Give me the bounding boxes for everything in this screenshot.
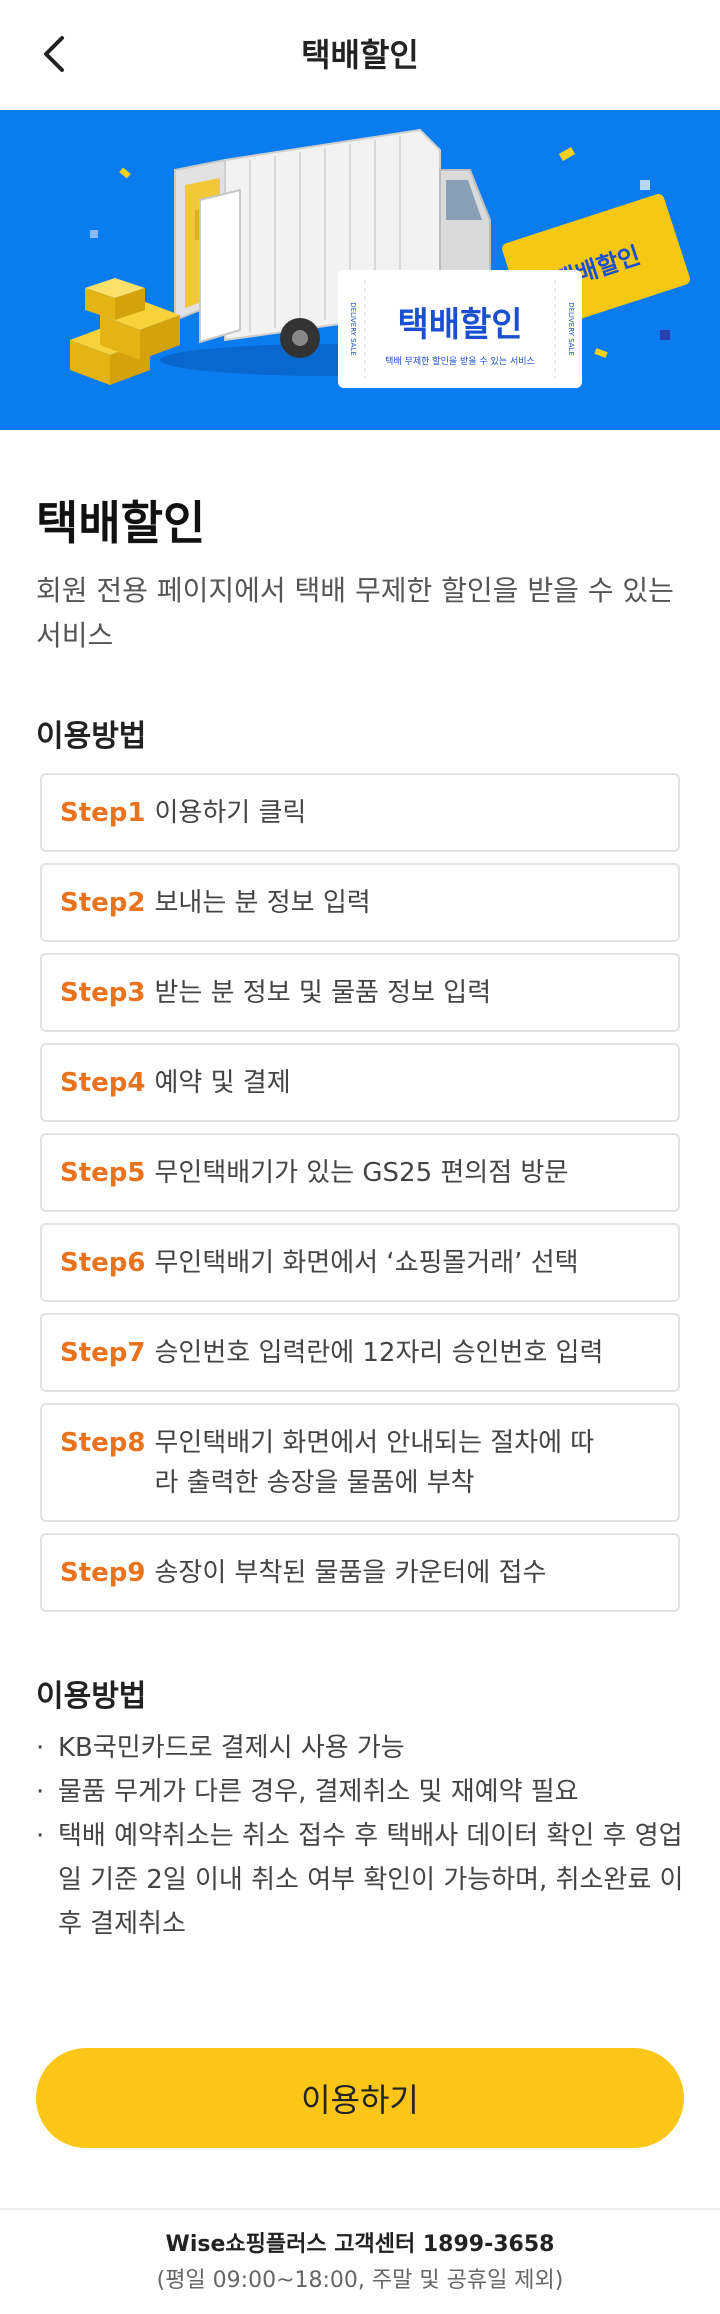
step-text: 보내는 분 정보 입력 bbox=[154, 888, 371, 918]
step-label: Step9 bbox=[60, 1558, 146, 1588]
step-5: Step5 무인택배기가 있는 GS25 편의점 방문 bbox=[40, 1133, 680, 1212]
ticket-side-right: DELIVERY SALE bbox=[567, 302, 575, 356]
step-label: Step6 bbox=[60, 1248, 146, 1278]
step-text: 이용하기 클릭 bbox=[154, 798, 307, 828]
step-label: Step1 bbox=[60, 798, 146, 828]
use-service-button[interactable]: 이용하기 bbox=[36, 2048, 684, 2148]
customer-center-info: Wise쇼핑플러스 고객센터 1899-3658 bbox=[165, 2232, 555, 2257]
ticket-main-title: 택배할인 bbox=[397, 305, 522, 345]
list-item: · 택배 예약취소는 취소 접수 후 택배사 데이터 확인 후 영업일 기준 2… bbox=[36, 1814, 686, 1946]
top-app-bar: 택배할인 bbox=[0, 0, 720, 110]
footer-divider bbox=[0, 2208, 720, 2210]
ticket-main-subtitle: 택배 무제한 할인을 받을 수 있는 서비스 bbox=[385, 355, 535, 367]
step-3: Step3 받는 분 정보 및 물품 정보 입력 bbox=[40, 953, 680, 1032]
step-7: Step7 승인번호 입력란에 12자리 승인번호 입력 bbox=[40, 1313, 680, 1392]
note-text: 물품 무게가 다른 경우, 결제취소 및 재예약 필요 bbox=[58, 1777, 579, 1807]
step-label: Step2 bbox=[60, 888, 146, 918]
note-text: KB국민카드로 결제시 사용 가능 bbox=[58, 1733, 405, 1763]
step-1: Step1 이용하기 클릭 bbox=[40, 773, 680, 852]
step-label: Step4 bbox=[60, 1068, 146, 1098]
usage-section-title: 이용방법 bbox=[36, 719, 147, 754]
notes-section-title: 이용방법 bbox=[36, 1679, 147, 1714]
step-label: Step7 bbox=[60, 1338, 146, 1368]
step-label: Step5 bbox=[60, 1158, 146, 1188]
delivery-truck-illustration: 택배할인 DELIVERY SALE DELIVERY SALE 택배할인 택배… bbox=[70, 128, 690, 388]
hero-banner: 택배할인 DELIVERY SALE DELIVERY SALE 택배할인 택배… bbox=[0, 110, 720, 430]
bullet: · bbox=[36, 1777, 45, 1807]
bullet: · bbox=[36, 1733, 45, 1763]
step-label: Step8 bbox=[60, 1428, 146, 1458]
note-text: 택배 예약취소는 취소 접수 후 택배사 데이터 확인 후 영업일 기준 2일 … bbox=[58, 1821, 684, 1939]
step-4: Step4 예약 및 결제 bbox=[40, 1043, 680, 1122]
step-2: Step2 보내는 분 정보 입력 bbox=[40, 863, 680, 942]
step-text: 예약 및 결제 bbox=[154, 1068, 291, 1098]
bullet: · bbox=[36, 1821, 45, 1851]
list-item: · KB국민카드로 결제시 사용 가능 bbox=[36, 1726, 686, 1770]
step-text: 송장이 부착된 물품을 카운터에 접수 bbox=[154, 1558, 547, 1588]
step-text: 무인택배기 화면에서 안내되는 절차에 따라 출력한 송장을 물품에 부착 bbox=[154, 1428, 595, 1498]
notes-list: · KB국민카드로 결제시 사용 가능 · 물품 무게가 다른 경우, 결제취소… bbox=[36, 1726, 686, 1946]
step-8: Step8 무인택배기 화면에서 안내되는 절차에 따라 출력한 송장을 물품에… bbox=[40, 1403, 680, 1522]
step-text: 승인번호 입력란에 12자리 승인번호 입력 bbox=[154, 1338, 604, 1368]
customer-center-hours: (평일 09:00~18:00, 주말 및 공휴일 제외) bbox=[156, 2268, 564, 2293]
ticket-side-left: DELIVERY SALE bbox=[349, 302, 357, 356]
service-description: 회원 전용 페이지에서 택배 무제한 할인을 받을 수 있는 서비스 bbox=[36, 574, 674, 652]
step-text: 무인택배기 화면에서 ‘쇼핑몰거래’ 선택 bbox=[154, 1248, 579, 1278]
step-6: Step6 무인택배기 화면에서 ‘쇼핑몰거래’ 선택 bbox=[40, 1223, 680, 1302]
service-title: 택배할인 bbox=[36, 496, 206, 550]
list-item: · 물품 무게가 다른 경우, 결제취소 및 재예약 필요 bbox=[36, 1770, 686, 1814]
step-text: 받는 분 정보 및 물품 정보 입력 bbox=[154, 978, 492, 1008]
step-9: Step9 송장이 부착된 물품을 카운터에 접수 bbox=[40, 1533, 680, 1612]
step-label: Step3 bbox=[60, 978, 146, 1008]
page-header-title: 택배할인 bbox=[301, 36, 419, 74]
step-text: 무인택배기가 있는 GS25 편의점 방문 bbox=[154, 1158, 569, 1188]
